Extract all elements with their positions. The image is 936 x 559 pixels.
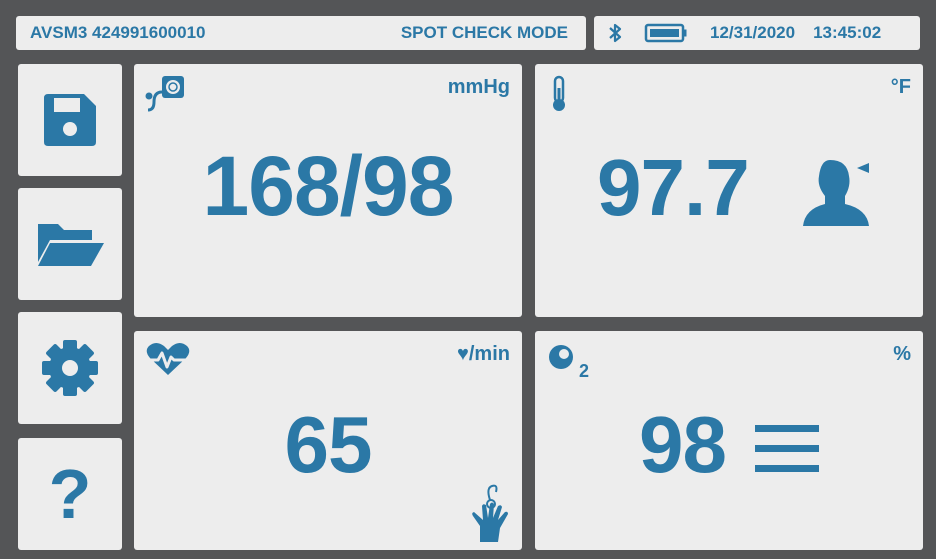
pulse-unit: ♥/min bbox=[457, 343, 510, 365]
spo2-unit: % bbox=[893, 343, 911, 365]
o2-subscript: 2 bbox=[579, 361, 590, 381]
save-button[interactable] bbox=[18, 64, 122, 176]
spo2-value: 98 bbox=[639, 400, 727, 489]
status-bar-right: 12/31/2020 13:45:02 bbox=[594, 16, 920, 50]
save-icon bbox=[40, 90, 100, 150]
help-button[interactable]: ? bbox=[18, 438, 122, 550]
gear-icon bbox=[39, 337, 101, 399]
folder-open-icon bbox=[34, 214, 106, 274]
battery-icon bbox=[644, 22, 688, 44]
temp-unit: °F bbox=[890, 76, 911, 98]
bp-cuff-icon bbox=[144, 74, 188, 118]
bluetooth-icon bbox=[608, 23, 622, 43]
mode-label: SPOT CHECK MODE bbox=[400, 23, 568, 42]
bp-value: 168/98 bbox=[202, 139, 455, 233]
temp-value: 97.7 bbox=[597, 143, 750, 232]
o2-icon bbox=[547, 343, 579, 375]
status-bar: AVSM3 424991600010 SPOT CHECK MODE bbox=[16, 16, 586, 50]
pulse-value: 65 bbox=[284, 400, 373, 489]
settings-button[interactable] bbox=[18, 312, 122, 424]
help-icon: ? bbox=[48, 455, 92, 533]
pulse-tile[interactable]: ♥/min 65 bbox=[134, 331, 522, 550]
open-folder-button[interactable] bbox=[18, 188, 122, 300]
spo2-tile[interactable]: 2 % 98 bbox=[535, 331, 923, 550]
hand-probe-icon bbox=[470, 482, 514, 544]
menu-lines-icon bbox=[755, 423, 819, 475]
head-forehead-icon bbox=[797, 154, 877, 229]
temperature-tile[interactable]: °F 97.7 bbox=[535, 64, 923, 317]
bp-tile[interactable]: mmHg 168/98 bbox=[134, 64, 522, 317]
device-id: AVSM3 424991600010 bbox=[30, 23, 206, 42]
thermometer-icon bbox=[549, 74, 569, 114]
heart-pulse-icon bbox=[144, 341, 192, 377]
bp-unit: mmHg bbox=[447, 76, 510, 98]
date-label: 12/31/2020 bbox=[710, 23, 796, 42]
time-label: 13:45:02 bbox=[813, 23, 882, 42]
